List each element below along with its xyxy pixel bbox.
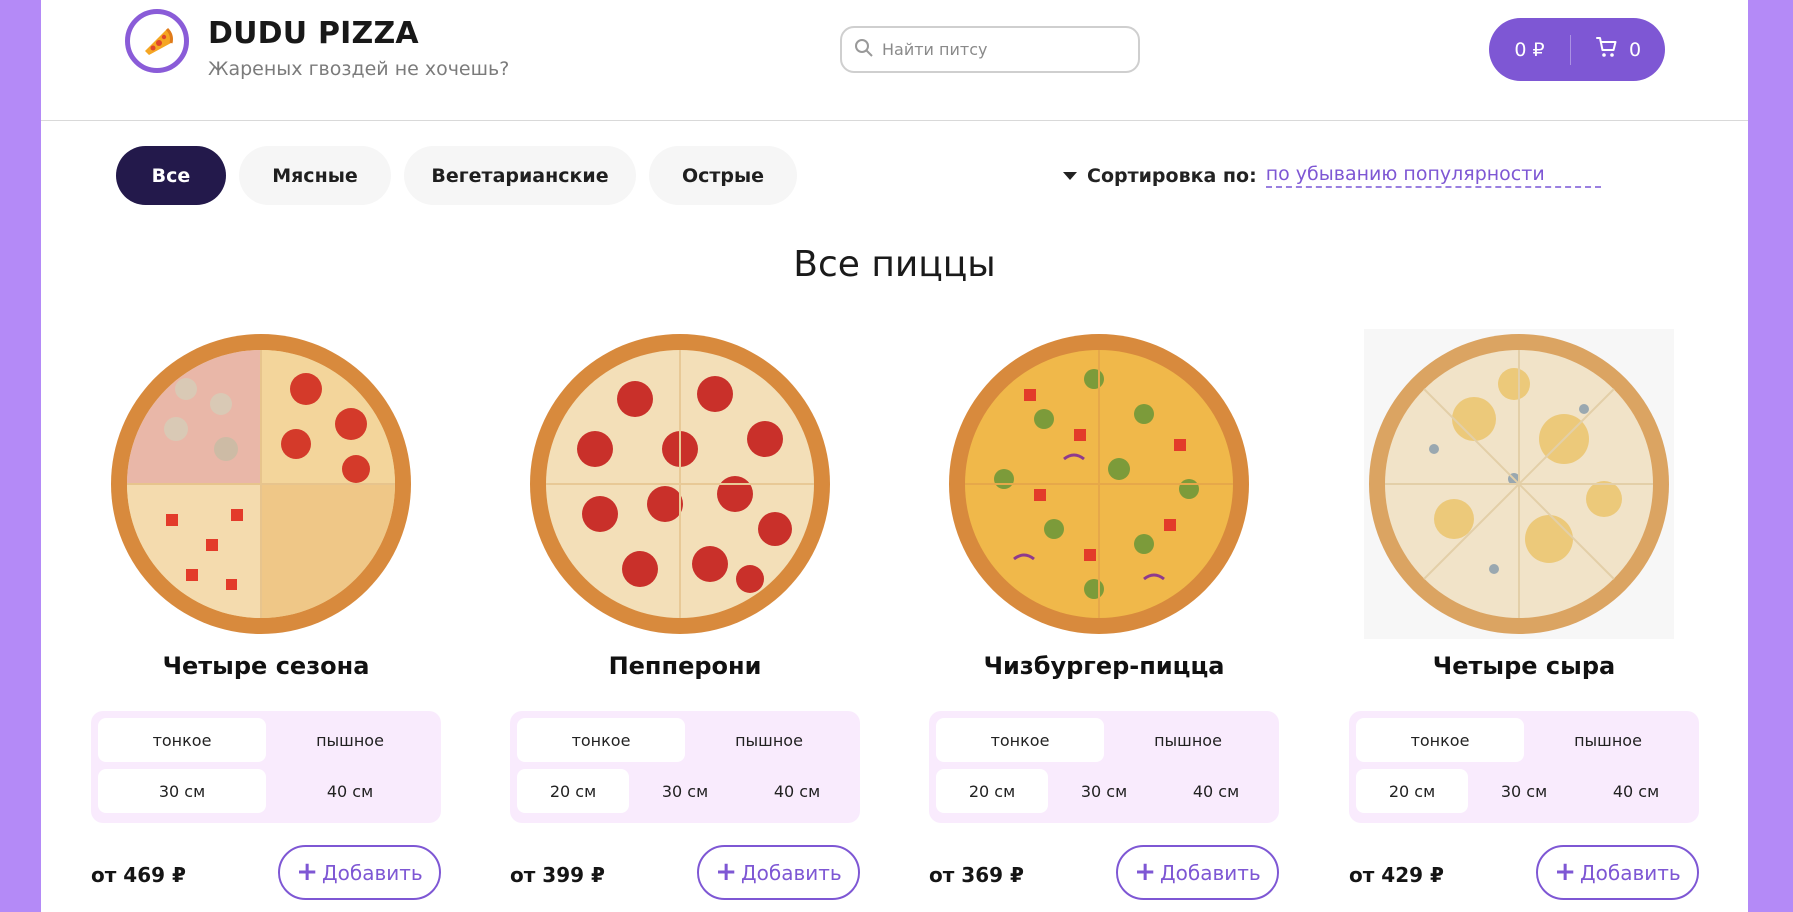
add-to-cart-button[interactable]: + Добавить	[1536, 845, 1699, 900]
size-option[interactable]: 20 см	[936, 769, 1048, 813]
dough-type-row: тонкое пышное	[98, 718, 434, 762]
dough-thick-option[interactable]: пышное	[1104, 718, 1272, 762]
add-button-label: Добавить	[741, 860, 842, 885]
dough-thin-option[interactable]: тонкое	[517, 718, 685, 762]
size-option[interactable]: 30 см	[1468, 769, 1580, 813]
add-button-label: Добавить	[1580, 860, 1681, 885]
dough-thick-option[interactable]: пышное	[685, 718, 853, 762]
add-to-cart-button[interactable]: + Добавить	[1116, 845, 1279, 900]
cart-icon	[1595, 35, 1619, 64]
pizza-name: Чизбургер-пицца	[983, 652, 1225, 680]
plus-icon: +	[715, 856, 738, 887]
pizza-options: тонкое пышное 20 см 30 см 40 см	[929, 711, 1279, 823]
pizza-name: Пепперони	[608, 652, 762, 680]
size-row: 20 см 30 см 40 см	[936, 769, 1272, 813]
size-option[interactable]: 40 см	[1580, 769, 1692, 813]
size-row: 20 см 30 см 40 см	[1356, 769, 1692, 813]
pizza-card: Пепперони тонкое пышное 20 см 30 см 40 с…	[510, 325, 860, 912]
pizza-image	[106, 329, 416, 639]
sort-value[interactable]: по убыванию популярности	[1265, 163, 1601, 188]
size-option[interactable]: 40 см	[266, 769, 434, 813]
plus-icon: +	[1134, 856, 1157, 887]
size-option[interactable]: 30 см	[629, 769, 741, 813]
cart-total: 0 ₽	[1514, 38, 1545, 61]
search-box[interactable]	[840, 26, 1140, 73]
add-button-label: Добавить	[1160, 860, 1261, 885]
size-option[interactable]: 20 см	[1356, 769, 1468, 813]
pizza-image	[1364, 329, 1674, 639]
pizza-price: от 369 ₽	[929, 863, 1024, 887]
sort-control: Сортировка по: по убыванию популярности	[1063, 163, 1601, 188]
pizza-options: тонкое пышное 20 см 30 см 40 см	[1349, 711, 1699, 823]
size-option[interactable]: 20 см	[517, 769, 629, 813]
size-option[interactable]: 30 см	[98, 769, 266, 813]
size-row: 30 см 40 см	[98, 769, 434, 813]
size-option[interactable]: 30 см	[1048, 769, 1160, 813]
cart-count: 0	[1628, 38, 1642, 61]
category-all[interactable]: Все	[116, 146, 226, 205]
dough-thin-option[interactable]: тонкое	[98, 718, 266, 762]
pizza-price: от 469 ₽	[91, 863, 186, 887]
add-to-cart-button[interactable]: + Добавить	[697, 845, 860, 900]
add-to-cart-button[interactable]: + Добавить	[278, 845, 441, 900]
dough-thick-option[interactable]: пышное	[266, 718, 434, 762]
pizza-card: Чизбургер-пицца тонкое пышное 20 см 30 с…	[929, 325, 1279, 912]
section-title: Все пиццы	[793, 244, 996, 285]
cart-button[interactable]: 0 ₽ 0	[1489, 18, 1665, 81]
pizza-price: от 429 ₽	[1349, 863, 1444, 887]
category-meat[interactable]: Мясные	[239, 146, 391, 205]
category-vegetarian[interactable]: Вегетарианские	[404, 146, 636, 205]
plus-icon: +	[296, 856, 319, 887]
search-input[interactable]	[882, 40, 1112, 59]
pizza-name: Четыре сезона	[162, 652, 370, 680]
pizza-options: тонкое пышное 20 см 30 см 40 см	[510, 711, 860, 823]
size-option[interactable]: 40 см	[1160, 769, 1272, 813]
size-row: 20 см 30 см 40 см	[517, 769, 853, 813]
category-tabs: Все Мясные Вегетарианские Острые	[116, 146, 797, 205]
sort-label: Сортировка по:	[1087, 164, 1257, 187]
dough-thin-option[interactable]: тонкое	[936, 718, 1104, 762]
header: DUDU PIZZA Жареных гвоздей не хочешь? 0 …	[41, 0, 1748, 121]
dough-thin-option[interactable]: тонкое	[1356, 718, 1524, 762]
sort-arrow-icon[interactable]	[1063, 171, 1077, 180]
dough-type-row: тонкое пышное	[1356, 718, 1692, 762]
dough-thick-option[interactable]: пышное	[1524, 718, 1692, 762]
add-button-label: Добавить	[322, 860, 423, 885]
pizza-image	[525, 329, 835, 639]
brand-subtitle: Жареных гвоздей не хочешь?	[208, 58, 510, 80]
search-icon	[854, 38, 882, 62]
size-option[interactable]: 40 см	[741, 769, 853, 813]
pizza-logo-icon[interactable]	[125, 9, 189, 73]
dough-type-row: тонкое пышное	[517, 718, 853, 762]
page: DUDU PIZZA Жареных гвоздей не хочешь? 0 …	[41, 0, 1748, 912]
pizza-price: от 399 ₽	[510, 863, 605, 887]
pizza-options: тонкое пышное 30 см 40 см	[91, 711, 441, 823]
plus-icon: +	[1554, 856, 1577, 887]
pizza-image	[944, 329, 1254, 639]
pizza-card: Четыре сезона тонкое пышное 30 см 40 см …	[91, 325, 441, 912]
pizza-card: Четыре сыра тонкое пышное 20 см 30 см 40…	[1349, 325, 1699, 912]
category-spicy[interactable]: Острые	[649, 146, 797, 205]
pizza-name: Четыре сыра	[1432, 652, 1616, 680]
brand-title: DUDU PIZZA	[208, 16, 419, 51]
dough-type-row: тонкое пышное	[936, 718, 1272, 762]
